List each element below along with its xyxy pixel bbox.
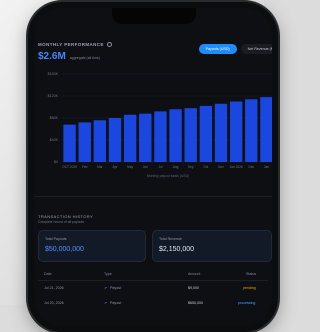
x-tick-label: Apr xyxy=(113,165,119,169)
y-tick-label: $40K xyxy=(50,138,59,142)
chart-bar[interactable] xyxy=(123,114,137,162)
section-divider xyxy=(34,196,272,197)
chart-bar[interactable] xyxy=(229,101,243,163)
x-tick-label: Oct xyxy=(203,165,208,169)
chart-bar[interactable] xyxy=(78,122,91,162)
y-tick-label: $0 xyxy=(54,160,58,164)
total-revenue-card: Total Revenue $2,150,000 xyxy=(152,230,272,262)
chart-bar[interactable] xyxy=(260,97,272,162)
chart-bar[interactable] xyxy=(184,108,197,162)
payout-arrow-icon: ↗ xyxy=(104,286,108,290)
total-payouts-value: $50,000,000 xyxy=(45,246,84,253)
chart-bar[interactable] xyxy=(214,103,228,162)
column-type[interactable]: Type xyxy=(104,272,112,276)
total-caption: aggregate (all time) xyxy=(69,56,100,60)
chart-bar[interactable] xyxy=(154,111,167,162)
chart-bar[interactable] xyxy=(199,105,213,162)
transactions-title: TRANSACTION HISTORY xyxy=(38,214,94,219)
x-tick-label: Sep xyxy=(188,165,194,169)
chart-bar[interactable] xyxy=(245,99,258,162)
chart-bar[interactable] xyxy=(63,124,76,162)
table-row[interactable]: Jul 20, 2026 ↗ Payout $650,000 processing xyxy=(38,298,268,310)
chart-bar[interactable] xyxy=(169,109,182,162)
info-icon[interactable] xyxy=(106,42,112,47)
column-status[interactable]: Status xyxy=(246,272,256,276)
total-revenue-value: $2,150,000 xyxy=(159,246,195,253)
phone-notch xyxy=(112,8,196,24)
phone-frame: MONTHLY PERFORMANCE $2.6M aggregate (all… xyxy=(28,2,278,332)
performance-title: MONTHLY PERFORMANCE xyxy=(38,42,104,47)
total-amount: $2.6M xyxy=(38,51,66,62)
x-tick-label: Feb xyxy=(82,165,88,169)
payout-arrow-icon: ↗ xyxy=(104,301,108,305)
row-type: Payout xyxy=(110,286,122,290)
row-type: Payout xyxy=(110,301,122,305)
row-amount: $650,000 xyxy=(188,301,203,305)
phone-screen: MONTHLY PERFORMANCE $2.6M aggregate (all… xyxy=(34,8,272,326)
row-date: Jul 20, 2026 xyxy=(44,301,64,305)
table-row[interactable]: Jul 21, 2026 ↗ Payout $9,000 pending xyxy=(38,283,268,295)
chart-caption: Monthly payout totals (USD) xyxy=(147,174,189,178)
x-tick-label: Jul xyxy=(158,165,162,169)
x-tick-label: Mar xyxy=(97,165,103,169)
toggle-payouts[interactable]: Payouts (USD) xyxy=(198,44,237,54)
x-tick-label: May xyxy=(127,165,133,169)
total-revenue-label: Total Revenue xyxy=(159,237,182,241)
y-tick-label: $160K xyxy=(48,72,59,76)
y-tick-label: $120K xyxy=(48,94,59,98)
status-badge: processing xyxy=(238,301,256,305)
column-amount[interactable]: Amount xyxy=(188,272,200,276)
row-date: Jul 21, 2026 xyxy=(44,286,64,290)
performance-chart: $0 $40K $80K $120K $160K OCT 2025 Feb Mar Apr May… xyxy=(48,72,272,178)
total-payouts-label: Total Payouts xyxy=(45,237,67,241)
column-date[interactable]: Date xyxy=(44,272,52,276)
toggle-net-revenue[interactable]: Net Revenue (M) xyxy=(240,44,272,54)
x-tick-label: Nov xyxy=(218,165,224,169)
row-type-cell: ↗ Payout xyxy=(104,301,121,305)
row-type-cell: ↗ Payout xyxy=(104,286,121,290)
total-payouts-card: Total Payouts $50,000,000 xyxy=(38,230,146,262)
row-amount: $9,000 xyxy=(188,286,199,290)
transactions-subtitle: Complete record of all payouts xyxy=(38,220,84,224)
chart-bar[interactable] xyxy=(108,118,122,162)
x-tick-label: Dec xyxy=(248,165,254,169)
x-tick-label: Jun xyxy=(143,165,148,169)
chart-toggle-group: Payouts (USD) Net Revenue (M) xyxy=(198,44,272,54)
x-tick-label: Jan 2026 xyxy=(230,165,243,169)
status-badge: pending xyxy=(243,286,256,290)
x-tick-label: OCT 2025 xyxy=(62,165,77,169)
x-tick-label: Jan xyxy=(264,165,269,169)
x-tick-label: Aug xyxy=(173,165,179,169)
table-header: Date Type Amount Status xyxy=(38,270,268,281)
y-tick-label: $80K xyxy=(50,116,59,120)
chart-bar[interactable] xyxy=(139,113,152,162)
chart-bar[interactable] xyxy=(93,120,107,162)
